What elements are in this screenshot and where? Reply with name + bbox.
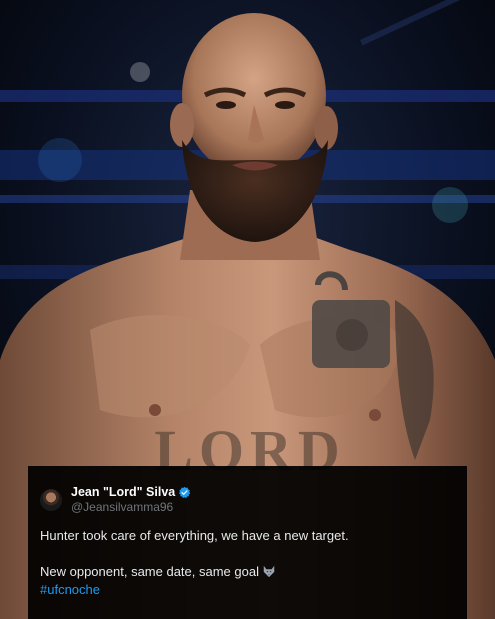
display-name[interactable]: Jean "Lord" Silva — [71, 485, 175, 500]
tweet-header: Jean "Lord" Silva @Jeansilvamma96 — [40, 482, 455, 518]
display-name-row: Jean "Lord" Silva — [71, 485, 191, 500]
avatar[interactable] — [40, 489, 62, 511]
hashtag-link[interactable]: #ufcnoche — [40, 581, 455, 599]
tweet-text: Hunter took care of everything, we have … — [40, 527, 455, 599]
tweet-line-1: Hunter took care of everything, we have … — [40, 528, 349, 543]
user-handle[interactable]: @Jeansilvamma96 — [71, 500, 191, 515]
tweet-spacer — [40, 545, 455, 563]
instagram-post: LORD Jean "Lord" Silva @Jeansilvamma96 H… — [0, 0, 495, 619]
embedded-tweet-card[interactable]: Jean "Lord" Silva @Jeansilvamma96 Hunter… — [28, 466, 467, 619]
tweet-line-2: New opponent, same date, same goal — [40, 564, 259, 579]
author-names: Jean "Lord" Silva @Jeansilvamma96 — [71, 485, 191, 515]
wolf-emoji-icon — [263, 565, 275, 578]
verified-badge-icon — [179, 486, 191, 498]
tweet-line-2-wrap: New opponent, same date, same goal — [40, 563, 455, 581]
